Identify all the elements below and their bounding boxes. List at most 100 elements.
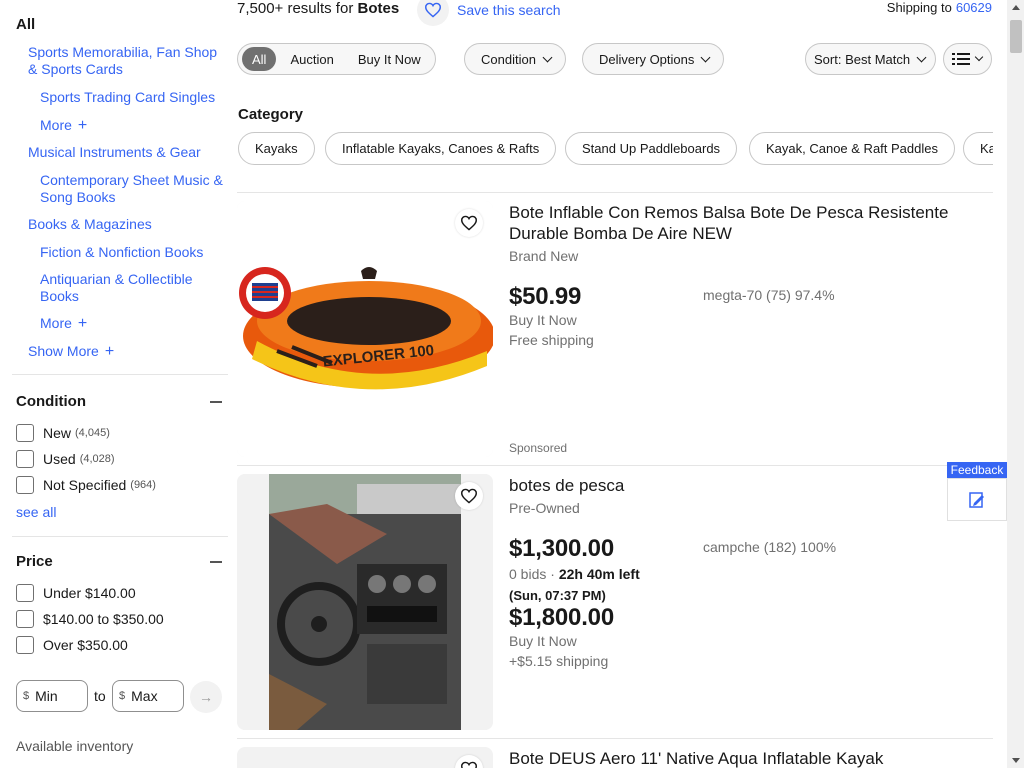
results-prefix: 7,500+ results for <box>237 0 354 17</box>
option-count: (964) <box>130 479 156 491</box>
option-label: Used <box>43 451 76 467</box>
boat-dashboard-photo <box>237 474 493 730</box>
option-label: Not Specified <box>43 477 127 493</box>
listing-condition: Pre-Owned <box>509 500 580 516</box>
scrollbar-thumb[interactable] <box>1010 20 1022 53</box>
view-toggle-dropdown[interactable] <box>943 43 992 75</box>
category-musical-instruments[interactable]: Musical Instruments & Gear <box>28 144 228 161</box>
checkbox[interactable] <box>16 610 34 628</box>
listing-title[interactable]: Bote DEUS Aero 11' Native Aqua Inflatabl… <box>509 748 979 768</box>
format-all-button[interactable]: All <box>242 47 277 71</box>
category-pill-kayak-accessories[interactable]: Kayak Accessories <box>963 132 993 165</box>
watchlist-button[interactable] <box>455 209 483 237</box>
category-sports-memorabilia[interactable]: Sports Memorabilia, Fan Shop & Sports Ca… <box>28 44 228 78</box>
price-submit-button[interactable]: → <box>190 681 222 713</box>
category-section-title: Category <box>238 106 304 123</box>
condition-filter-header[interactable]: Condition <box>16 393 222 410</box>
seller-info: campche (182) 100% <box>703 539 837 555</box>
currency-symbol: $ <box>23 690 30 702</box>
listing-title[interactable]: botes de pesca <box>509 475 979 496</box>
condition-new-checkbox[interactable]: New (4,045) <box>16 424 110 442</box>
checkbox[interactable] <box>16 636 34 654</box>
category-all[interactable]: All <box>16 16 35 33</box>
category-trading-card-singles[interactable]: Sports Trading Card Singles <box>40 89 230 106</box>
heart-icon <box>424 2 442 18</box>
option-label: Under $140.00 <box>43 585 136 601</box>
available-inventory-header[interactable]: Available inventory <box>16 738 133 754</box>
category-fiction-nonfiction[interactable]: Fiction & Nonfiction Books <box>40 244 230 261</box>
condition-used-checkbox[interactable]: Used (4,028) <box>16 450 115 468</box>
listing-shipping: +$5.15 shipping <box>509 653 609 669</box>
condition-dropdown[interactable]: Condition <box>464 43 566 75</box>
collapse-icon <box>210 560 222 563</box>
condition-see-all-link[interactable]: see all <box>16 504 56 520</box>
price-min-input[interactable]: $ Min <box>16 680 88 712</box>
listing-price: $1,300.00 <box>509 535 614 562</box>
sponsored-label: Sponsored <box>509 441 568 455</box>
zip-code-link[interactable]: 60629 <box>956 0 992 15</box>
edit-note-icon <box>969 491 984 508</box>
checkbox[interactable] <box>16 424 34 442</box>
listing-image[interactable]: EXPLORER 100 <box>237 201 493 457</box>
checkbox[interactable] <box>16 584 34 602</box>
delivery-options-dropdown[interactable]: Delivery Options <box>582 43 725 75</box>
price-mid-checkbox[interactable]: $140.00 to $350.00 <box>16 610 164 628</box>
divider <box>237 465 993 466</box>
arrow-right-icon: → <box>199 689 213 705</box>
category-pill-paddles[interactable]: Kayak, Canoe & Raft Paddles <box>749 132 955 165</box>
more-label: More <box>40 117 72 133</box>
show-more-button[interactable]: Show More + <box>28 343 114 360</box>
listing-price: $50.99 <box>509 283 582 310</box>
format-buy-it-now-button[interactable]: Buy It Now <box>348 47 431 71</box>
option-count: (4,045) <box>75 427 110 439</box>
shipping-label: Shipping to <box>886 0 952 15</box>
condition-not-specified-checkbox[interactable]: Not Specified (964) <box>16 476 156 494</box>
plus-icon: + <box>77 116 88 134</box>
condition-dropdown-label: Condition <box>481 51 536 67</box>
sort-dropdown[interactable]: Sort: Best Match <box>805 43 937 75</box>
option-label: New <box>43 425 72 441</box>
category-pill-inflatable-kayaks[interactable]: Inflatable Kayaks, Canoes & Rafts <box>325 132 557 165</box>
feedback-button[interactable] <box>947 478 1007 521</box>
checkbox[interactable] <box>16 476 34 494</box>
category-pill-paddleboards[interactable]: Stand Up Paddleboards <box>565 132 738 165</box>
feedback-tab[interactable]: Feedback <box>947 462 1007 478</box>
price-under-checkbox[interactable]: Under $140.00 <box>16 584 136 602</box>
price-filter-title: Price <box>16 553 53 570</box>
condition-filter-title: Condition <box>16 393 86 410</box>
price-max-input[interactable]: $ Max <box>112 680 184 712</box>
collapse-icon <box>210 400 222 403</box>
category-pill-kayaks[interactable]: Kayaks <box>238 132 315 165</box>
watchlist-button[interactable] <box>455 755 483 768</box>
listing-image[interactable] <box>237 747 493 768</box>
category-pill-strip: Kayaks Inflatable Kayaks, Canoes & Rafts… <box>238 132 993 166</box>
watchlist-button[interactable] <box>455 482 483 510</box>
option-label: Over $350.00 <box>43 637 128 653</box>
format-segmented-control: All Auction Buy It Now <box>237 43 436 75</box>
format-auction-button[interactable]: Auction <box>280 47 343 71</box>
save-search-link[interactable]: Save this search <box>457 2 561 18</box>
checkbox[interactable] <box>16 450 34 468</box>
category-more-button[interactable]: More + <box>40 117 87 134</box>
time-left: 22h 40m left <box>558 566 640 582</box>
list-view-icon <box>952 53 970 65</box>
price-over-checkbox[interactable]: Over $350.00 <box>16 636 128 654</box>
listing-title[interactable]: Bote Inflable Con Remos Balsa Bote De Pe… <box>509 202 979 244</box>
category-books-magazines[interactable]: Books & Magazines <box>28 216 228 233</box>
heart-icon <box>460 488 478 504</box>
save-search-heart-button[interactable] <box>417 0 449 26</box>
listing-bids: 0 bids · 22h 40m left <box>509 566 640 582</box>
scroll-up-arrow-icon[interactable] <box>1012 5 1020 10</box>
plus-icon: + <box>104 342 115 360</box>
price-filter-header[interactable]: Price <box>16 553 222 570</box>
category-antiquarian-books[interactable]: Antiquarian & Collectible Books <box>40 271 210 305</box>
category-sheet-music[interactable]: Contemporary Sheet Music & Song Books <box>40 172 230 206</box>
category-more-button-2[interactable]: More + <box>40 315 87 332</box>
chevron-down-icon <box>700 52 711 62</box>
page-scrollbar[interactable] <box>1007 0 1024 768</box>
scroll-down-arrow-icon[interactable] <box>1012 758 1020 763</box>
chevron-down-icon <box>542 52 553 62</box>
listing-image[interactable] <box>237 474 493 730</box>
heart-icon <box>460 215 478 231</box>
more-label: More <box>40 315 72 331</box>
